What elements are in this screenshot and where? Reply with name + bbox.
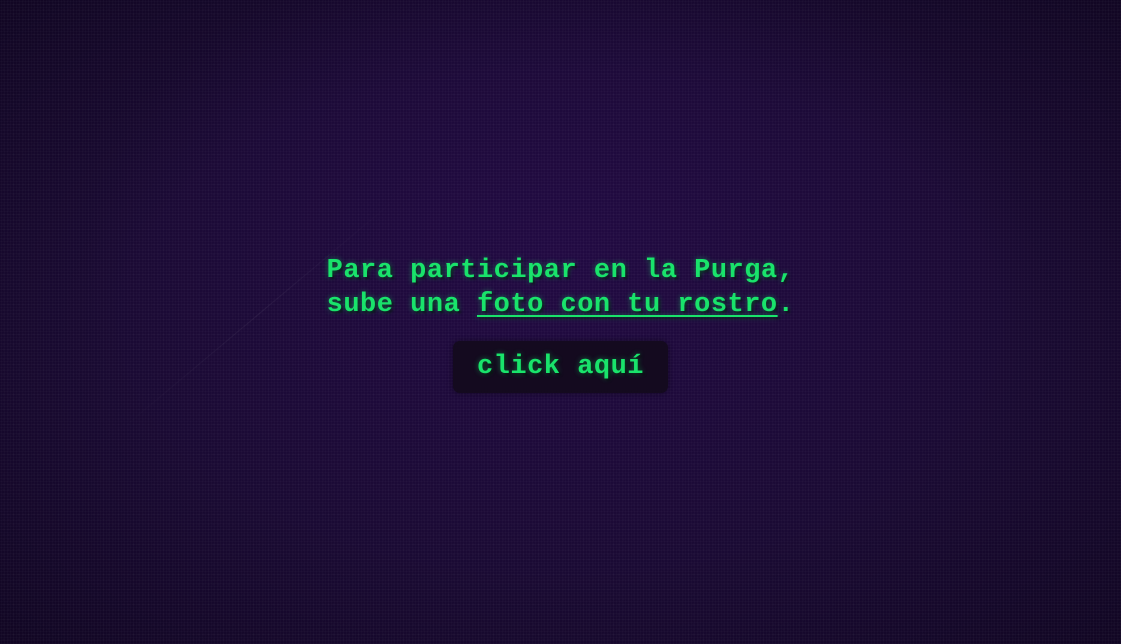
face-photo-link[interactable]: foto con tu rostro	[477, 290, 778, 320]
prompt-line-2-prefix: sube una	[326, 290, 477, 320]
prompt-line-2-suffix: .	[777, 290, 795, 320]
prompt-line-1: Para participar en la Purga,	[326, 256, 795, 286]
upload-prompt: Para participar en la Purga, sube una fo…	[0, 254, 1121, 393]
click-here-button[interactable]: click aquí	[452, 341, 669, 393]
page-background: { "message": { "line1": "Para participar…	[0, 0, 1121, 644]
prompt-message: Para participar en la Purga, sube una fo…	[0, 254, 1121, 322]
